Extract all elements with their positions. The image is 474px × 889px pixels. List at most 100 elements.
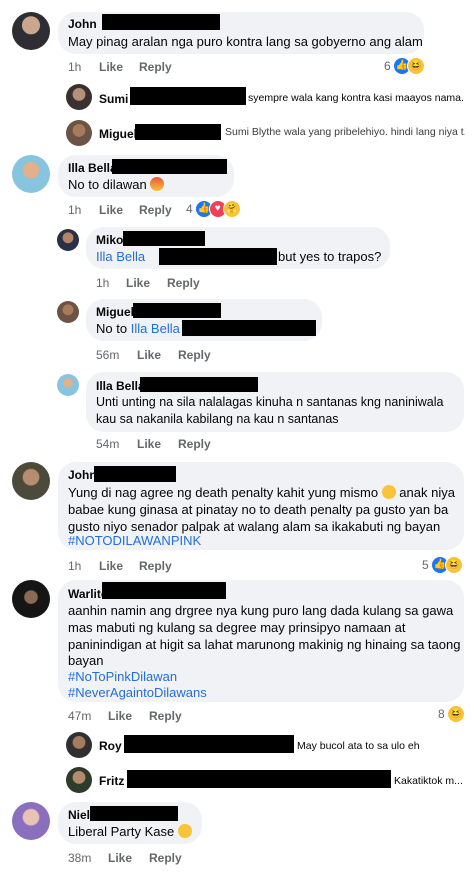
comment-bubble: John May pinag aralan nga puro kontra la… [58, 12, 424, 54]
avatar[interactable] [12, 802, 50, 840]
hashtag-link[interactable]: #NeverAgaintoDilawans [68, 684, 207, 701]
commenter-name[interactable]: Sumi [99, 92, 128, 106]
comment-text: mas mabuti ng kulang sa degree may prins… [68, 620, 406, 635]
reply-button[interactable]: Reply [167, 276, 200, 290]
commenter-name[interactable]: Miguel [96, 305, 134, 319]
avatar[interactable] [66, 732, 92, 758]
reaction-summary[interactable]: 4 👍 ♥ 🤗 [186, 200, 241, 218]
comment-bubble: Miko Illa Bella but yes to trapos? [86, 227, 390, 269]
comment-bubble: Illa Bella No to dilawan [58, 155, 234, 197]
reply-button[interactable]: Reply [178, 437, 211, 451]
timestamp[interactable]: 1h [96, 276, 109, 290]
reply-button[interactable]: Reply [178, 348, 211, 362]
redaction-bar [112, 159, 227, 174]
comment-text: Liberal Party Kase [68, 823, 192, 840]
commenter-name[interactable]: Roy [99, 739, 122, 753]
reply-button[interactable]: Reply [149, 851, 182, 865]
laughing-emoji-icon [381, 485, 396, 499]
reply-snippet[interactable]: Kakatiktok m... [394, 775, 468, 787]
haha-reaction-icon: 😆 [406, 57, 425, 75]
comment-text: but yes to trapos? [278, 249, 382, 264]
reaction-count: 4 [186, 202, 193, 216]
avatar[interactable] [57, 374, 79, 396]
reaction-summary[interactable]: 8 😆 [438, 705, 465, 723]
timestamp[interactable]: 1h [68, 203, 81, 217]
timestamp[interactable]: 56m [96, 348, 119, 362]
timestamp[interactable]: 1h [68, 559, 81, 573]
avatar[interactable] [57, 301, 79, 323]
redaction-bar [133, 303, 221, 318]
avatar[interactable] [12, 580, 50, 618]
redaction-bar [127, 770, 391, 788]
redaction-bar [94, 466, 176, 482]
redaction-bar [130, 87, 246, 105]
avatar[interactable] [66, 84, 92, 110]
comment-text: Yung di nag agree ng death penalty kahit… [68, 485, 455, 500]
comment-text: No to dilawan [68, 176, 165, 193]
like-button[interactable]: Like [137, 348, 161, 362]
redaction-bar [182, 320, 316, 336]
reaction-summary[interactable]: 5 👍 😆 [422, 556, 463, 574]
avatar[interactable] [66, 767, 92, 793]
redaction-bar [124, 735, 294, 753]
redaction-bar [102, 14, 220, 30]
care-reaction-icon: 🤗 [222, 200, 241, 218]
reply-button[interactable]: Reply [139, 203, 172, 217]
reaction-count: 8 [438, 707, 445, 721]
mention-link[interactable]: Illa Bella [131, 321, 180, 336]
like-button[interactable]: Like [137, 437, 161, 451]
redaction-bar [102, 582, 226, 599]
avatar[interactable] [12, 462, 50, 500]
commenter-name[interactable]: Illa Bella [68, 161, 117, 175]
commenter-name[interactable]: Miguel [99, 127, 137, 141]
crying-emoji-icon [177, 824, 192, 838]
commenter-name[interactable]: John [68, 17, 97, 31]
timestamp[interactable]: 54m [96, 437, 119, 451]
avatar[interactable] [12, 155, 50, 193]
redaction-bar [123, 231, 205, 246]
comment-text: Unti unting na sila nalalagas kinuha n s… [96, 395, 444, 409]
reaction-count: 6 [384, 59, 391, 73]
redaction-bar [159, 248, 277, 265]
reply-button[interactable]: Reply [149, 709, 182, 723]
like-button[interactable]: Like [108, 851, 132, 865]
comment-bubble: John Yung di nag agree ng death penalty … [58, 462, 464, 550]
hashtag-link[interactable]: #NOTODILAWANPINK [68, 532, 201, 549]
comment-text: kau sa nakanila kabilang na kau n santan… [96, 412, 339, 426]
comment-text: No to Illa Bella [96, 321, 180, 336]
commenter-name[interactable]: John [68, 468, 97, 482]
redaction-bar [90, 806, 178, 821]
like-button[interactable]: Like [108, 709, 132, 723]
avatar[interactable] [66, 120, 92, 146]
redaction-bar [140, 377, 258, 392]
mention-link[interactable]: Illa Bella [96, 249, 145, 264]
avatar[interactable] [57, 229, 79, 251]
like-button[interactable]: Like [99, 203, 123, 217]
avatar[interactable] [12, 12, 50, 50]
comment-text: aanhin namin ang drgree nya kung puro la… [68, 603, 454, 618]
like-button[interactable]: Like [126, 276, 150, 290]
reply-snippet[interactable]: Sumi Blythe wala yang pribelehiyo. hindi… [225, 126, 465, 138]
hashtag-link[interactable]: #NoToPinkDilawan [68, 668, 177, 685]
timestamp[interactable]: 1h [68, 60, 81, 74]
commenter-name[interactable]: Niel [68, 808, 90, 822]
timestamp[interactable]: 38m [68, 851, 91, 865]
like-button[interactable]: Like [99, 60, 123, 74]
reply-button[interactable]: Reply [139, 60, 172, 74]
timestamp[interactable]: 47m [68, 709, 91, 723]
commenter-name[interactable]: Miko [96, 233, 123, 247]
comment-bubble: Warlito aanhin namin ang drgree nya kung… [58, 580, 464, 702]
reply-snippet[interactable]: May bucol ata to sa ulo eh [297, 740, 447, 752]
haha-reaction-icon: 😆 [444, 556, 463, 574]
haha-reaction-icon: 😆 [446, 705, 465, 723]
commenter-name[interactable]: Illa Bella [96, 379, 145, 393]
commenter-name[interactable]: Fritz [99, 774, 124, 788]
redaction-bar [135, 124, 221, 140]
comment-text: Illa Bella [96, 248, 145, 265]
like-button[interactable]: Like [99, 559, 123, 573]
reaction-summary[interactable]: 6 👍 😆 [384, 57, 425, 75]
reply-button[interactable]: Reply [139, 559, 172, 573]
comment-text: May pinag aralan nga puro kontra lang sa… [68, 34, 423, 49]
reaction-count: 5 [422, 558, 429, 572]
reply-snippet[interactable]: syempre wala kang kontra kasi maayos nam… [248, 92, 464, 104]
